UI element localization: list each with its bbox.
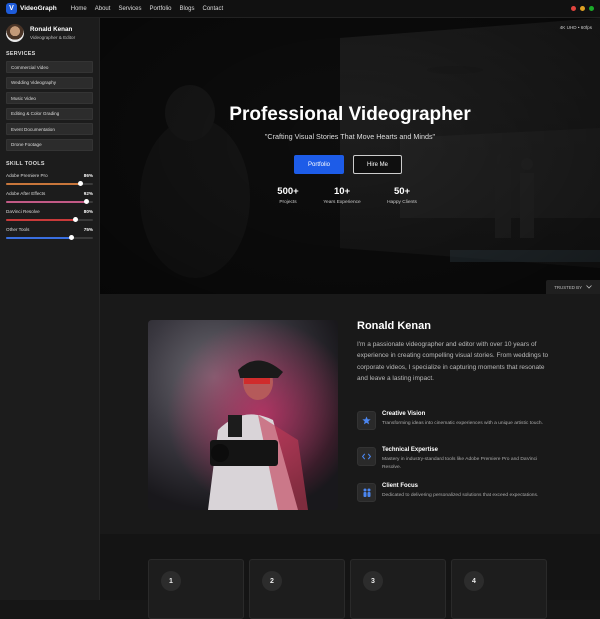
feature-title: Technical Expertise [382,447,438,453]
feature-desc: Mastery in industry-standard tools like … [382,457,538,470]
nav-about[interactable]: About [95,6,111,12]
stat-label: Years Experience [323,200,361,205]
stat-label: Projects [279,200,297,205]
main-nav: Home About Services Portfolio Blogs Cont… [71,6,231,12]
skill-percent: 75% [83,226,93,232]
window-controls [571,6,594,11]
feature-title: Creative Vision [382,411,426,417]
skill-slider-track[interactable] [6,217,93,222]
top-navbar: V VideoGraph Home About Services Portfol… [0,0,600,18]
skill-davinci: DaVinci Resolve 80% [0,208,99,222]
hero-section: 4K UHD • 60fps Professional Videographer… [100,18,600,294]
step-number: 2 [262,571,282,591]
stat-value: 500+ [277,186,299,197]
skill-percent: 80% [83,208,93,214]
nav-blogs[interactable]: Blogs [179,6,194,12]
skill-slider-fill [6,200,87,203]
services-list: Commercial Video Wedding Videography Mus… [0,57,99,151]
stat-projects: 500+ Projects [258,186,318,205]
videographer-photo [148,320,338,510]
close-dot[interactable] [571,6,576,11]
process-section: 1 2 3 4 [100,534,600,619]
service-item-commercial[interactable]: Commercial Video [6,61,93,73]
hire-me-button[interactable]: Hire Me [353,155,402,174]
maximize-dot[interactable] [589,6,594,11]
skill-slider-fill [6,218,76,221]
skills-heading: SKILL TOOLS [6,160,45,167]
portfolio-button[interactable]: Portfolio [294,155,344,174]
profile-name: Ronald Kenan [30,26,73,33]
skill-slider-handle[interactable] [83,199,89,204]
skill-label: DaVinci Resolve [6,208,40,214]
service-item-wedding[interactable]: Wedding Videography [6,76,93,89]
stat-years: 10+ Years Experience [312,186,372,205]
feature-title: Client Focus [382,483,419,489]
nav-contact[interactable]: Contact [202,6,223,12]
profile-card: Ronald Kenan Videographer & Editor [0,18,99,42]
step-number: 4 [464,571,484,591]
about-bio: I'm a passionate videographer and editor… [357,341,549,383]
trusted-by-label: TRUSTED BY [554,284,582,290]
nav-home[interactable]: Home [71,6,87,12]
feature-desc: Dedicated to delivering personalized sol… [382,493,539,498]
skill-slider-handle[interactable] [78,181,84,186]
skill-slider-track[interactable] [6,181,93,186]
people-icon [357,483,376,502]
star-icon [357,411,376,430]
step-card[interactable]: 3 [350,559,446,619]
feature-desc: Transforming ideas into cinematic experi… [382,421,544,426]
service-item-music[interactable]: Music Video [6,92,93,104]
feature-creative-vision: Creative Vision Transforming ideas into … [357,411,557,441]
stat-clients: 50+ Happy Clients [372,186,432,205]
trusted-by-tab[interactable]: TRUSTED BY [546,280,600,294]
stat-value: 50+ [393,186,411,197]
stat-value: 10+ [333,186,351,197]
hero-overlay [100,18,600,294]
service-item-drone[interactable]: Drone Footage [6,138,93,151]
video-quality-badge: 4K UHD • 60fps [559,25,592,30]
skill-slider-fill [6,236,72,239]
skill-slider-fill [6,182,81,185]
hero-title: Professional Videographer [229,104,471,125]
app-name: VideoGraph [20,5,57,12]
skill-label: Adobe Premiere Pro [6,172,48,178]
step-number: 3 [363,571,383,591]
minimize-dot[interactable] [580,6,585,11]
about-section: Ronald Kenan I'm a passionate videograph… [100,294,600,534]
step-number: 1 [161,571,181,591]
service-item-event[interactable]: Event Documentation [6,123,93,135]
skill-slider-track[interactable] [6,235,93,240]
nav-portfolio[interactable]: Portfolio [149,6,171,12]
skill-percent: 92% [83,190,93,196]
feature-technical-expertise: Technical Expertise Mastery in industry-… [357,447,557,477]
skill-slider-handle[interactable] [73,217,79,222]
service-item-editing[interactable]: Editing & Color Grading [6,107,93,120]
code-icon [357,447,376,466]
about-name: Ronald Kenan [357,320,431,332]
hero-subtitle: "Crafting Visual Stories That Move Heart… [264,132,436,141]
profile-role: Videographer & Editor [30,35,76,40]
stat-label: Happy Clients [387,200,417,205]
logo[interactable]: V VideoGraph [6,3,57,14]
sidebar: Ronald Kenan Videographer & Editor SERVI… [0,18,100,600]
skills-list: Adobe Premiere Pro 86% Adobe After Effect… [0,172,99,240]
step-card[interactable]: 2 [249,559,345,619]
feature-client-focus: Client Focus Dedicated to delivering per… [357,483,557,513]
avatar [6,24,24,42]
chevron-down-icon [586,285,592,289]
skill-other: Other Tools 75% [0,226,99,240]
logo-icon: V [6,3,17,14]
nav-services[interactable]: Services [118,6,141,12]
skill-slider-track[interactable] [6,199,93,204]
skill-label: Other Tools [6,226,30,232]
step-card[interactable]: 1 [148,559,244,619]
skill-after-effects: Adobe After Effects 92% [0,190,99,204]
skill-percent: 86% [83,172,93,178]
skill-slider-handle[interactable] [68,235,74,240]
skill-label: Adobe After Effects [6,190,46,196]
step-card[interactable]: 4 [451,559,547,619]
skill-premiere: Adobe Premiere Pro 86% [0,172,99,186]
